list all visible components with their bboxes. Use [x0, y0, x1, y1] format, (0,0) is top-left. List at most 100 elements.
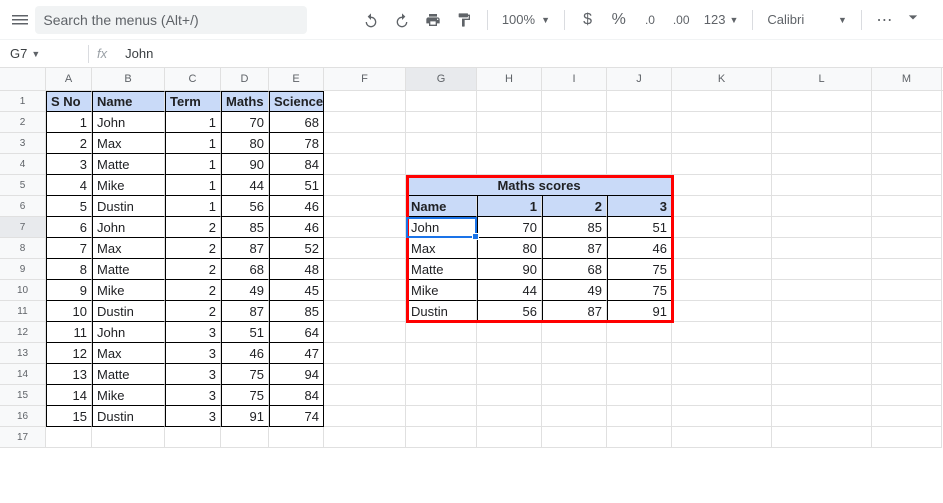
col-header-C[interactable]: C: [165, 68, 221, 90]
cell[interactable]: [165, 427, 221, 448]
cell[interactable]: [672, 217, 772, 238]
cell[interactable]: 87: [221, 301, 269, 322]
cell[interactable]: [477, 385, 542, 406]
cell[interactable]: [406, 385, 477, 406]
cell[interactable]: [542, 112, 607, 133]
cell[interactable]: 49: [221, 280, 269, 301]
cell[interactable]: 91: [607, 301, 672, 322]
cell[interactable]: 90: [221, 154, 269, 175]
cell[interactable]: Name: [406, 196, 477, 217]
cell[interactable]: 85: [221, 217, 269, 238]
row-header-6[interactable]: 6: [0, 196, 46, 217]
cell[interactable]: 84: [269, 154, 324, 175]
cell[interactable]: 70: [221, 112, 269, 133]
cell[interactable]: 56: [477, 301, 542, 322]
cell[interactable]: Max: [92, 238, 165, 259]
col-header-D[interactable]: D: [221, 68, 269, 90]
cell[interactable]: John: [406, 217, 477, 238]
cell[interactable]: Science: [269, 91, 324, 112]
cell[interactable]: [672, 133, 772, 154]
formula-input[interactable]: John: [125, 46, 153, 61]
cell[interactable]: [607, 406, 672, 427]
col-header-K[interactable]: K: [672, 68, 772, 90]
cell[interactable]: [672, 238, 772, 259]
col-header-G[interactable]: G: [406, 68, 477, 90]
cell[interactable]: [324, 133, 406, 154]
cell[interactable]: [772, 280, 872, 301]
row-header-3[interactable]: 3: [0, 133, 46, 154]
cell[interactable]: [772, 91, 872, 112]
cell[interactable]: 1: [165, 175, 221, 196]
cell[interactable]: [406, 406, 477, 427]
cell[interactable]: [772, 364, 872, 385]
cell[interactable]: [772, 133, 872, 154]
cell[interactable]: 44: [221, 175, 269, 196]
cell[interactable]: 49: [542, 280, 607, 301]
row-header-8[interactable]: 8: [0, 238, 46, 259]
cell[interactable]: 2: [165, 217, 221, 238]
cell[interactable]: 51: [607, 217, 672, 238]
cell[interactable]: [872, 280, 942, 301]
format-more-select[interactable]: 123▼: [700, 12, 743, 27]
cell[interactable]: [542, 154, 607, 175]
cell[interactable]: 2: [165, 280, 221, 301]
cell[interactable]: [772, 154, 872, 175]
cell[interactable]: [324, 301, 406, 322]
cell[interactable]: [672, 196, 772, 217]
cell[interactable]: [772, 175, 872, 196]
col-header-E[interactable]: E: [269, 68, 324, 90]
cell[interactable]: [477, 91, 542, 112]
menu-search-input[interactable]: [35, 6, 307, 34]
cell[interactable]: [772, 259, 872, 280]
cell[interactable]: [542, 385, 607, 406]
cell[interactable]: 87: [542, 238, 607, 259]
cell[interactable]: John: [92, 112, 165, 133]
cell[interactable]: 51: [269, 175, 324, 196]
cell[interactable]: [672, 343, 772, 364]
paint-format-button[interactable]: [452, 7, 477, 33]
cell[interactable]: 8: [46, 259, 92, 280]
cell[interactable]: 2: [46, 133, 92, 154]
cell[interactable]: [477, 112, 542, 133]
cell[interactable]: [542, 343, 607, 364]
cell[interactable]: [324, 364, 406, 385]
row-header-11[interactable]: 11: [0, 301, 46, 322]
cell[interactable]: [872, 301, 942, 322]
cell[interactable]: 10: [46, 301, 92, 322]
cell[interactable]: 1: [46, 112, 92, 133]
cell[interactable]: 3: [165, 364, 221, 385]
cell[interactable]: [46, 427, 92, 448]
cell[interactable]: [872, 406, 942, 427]
cell[interactable]: Term: [165, 91, 221, 112]
cell[interactable]: [324, 175, 406, 196]
cell[interactable]: Mike: [92, 385, 165, 406]
cell[interactable]: [406, 343, 477, 364]
cell[interactable]: [672, 385, 772, 406]
cell[interactable]: 75: [607, 280, 672, 301]
cell[interactable]: [672, 364, 772, 385]
cell[interactable]: S No: [46, 91, 92, 112]
cell[interactable]: [607, 91, 672, 112]
cell[interactable]: 6: [46, 217, 92, 238]
cell[interactable]: 74: [269, 406, 324, 427]
cell[interactable]: 46: [269, 217, 324, 238]
row-header-17[interactable]: 17: [0, 427, 46, 448]
cell[interactable]: 1: [165, 133, 221, 154]
cell[interactable]: 1: [165, 112, 221, 133]
cell[interactable]: [672, 301, 772, 322]
col-header-I[interactable]: I: [542, 68, 607, 90]
cell[interactable]: 46: [269, 196, 324, 217]
row-header-15[interactable]: 15: [0, 385, 46, 406]
cell[interactable]: [872, 217, 942, 238]
cell[interactable]: [672, 280, 772, 301]
row-header-12[interactable]: 12: [0, 322, 46, 343]
cell[interactable]: [406, 91, 477, 112]
cell[interactable]: [324, 154, 406, 175]
cell[interactable]: [324, 343, 406, 364]
cell[interactable]: [542, 133, 607, 154]
print-button[interactable]: [420, 7, 445, 33]
row-header-7[interactable]: 7: [0, 217, 46, 238]
cell[interactable]: [872, 196, 942, 217]
cell[interactable]: [607, 385, 672, 406]
cell[interactable]: 75: [221, 385, 269, 406]
